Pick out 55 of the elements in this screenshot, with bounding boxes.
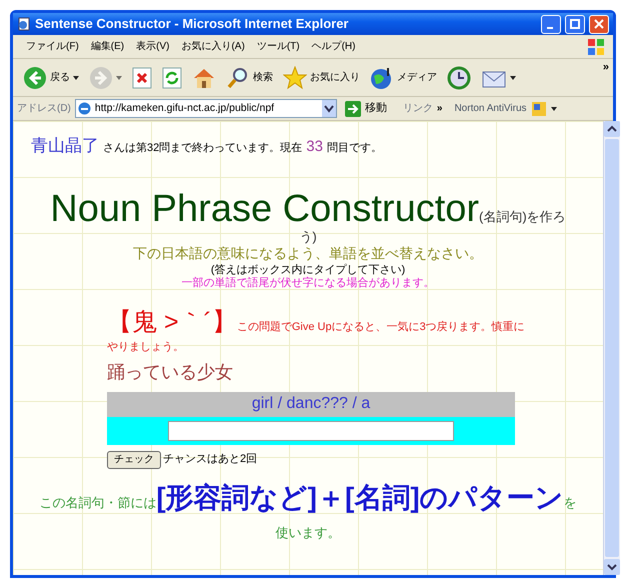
address-label: アドレス(D) [17,102,71,116]
scroll-up-icon[interactable] [604,121,620,137]
globe-icon [370,66,394,90]
answer-field[interactable] [168,420,454,440]
menu-item[interactable]: ツール(T) [252,39,305,54]
menu-item[interactable]: ファイル(F) [21,39,84,54]
url-text: http://kameken.gifu-nct.ac.jp/public/npf [94,100,276,116]
clock-icon [447,66,471,90]
close-icon [594,19,604,29]
question-number: 33 [306,137,323,157]
chances-text: チャンスはあと2回 [163,452,258,468]
prompt-text: 踊っている少女 [106,360,234,384]
more-chevron[interactable]: » [602,59,609,76]
toolbar-search-button[interactable]: 検索 [224,62,275,92]
links-chevron[interactable]: » [436,101,442,116]
links-label[interactable]: リンク [402,101,433,116]
toolbar-favorites-button[interactable]: お気に入り [281,62,362,92]
window-title: Sentense Constructor - Microsoft Internet Explorer [35,15,350,34]
minimize-button[interactable] [541,14,561,34]
instruction-text: 下の日本語の意味になるよう、単語を並べ替えなさい。 [132,244,484,262]
toolbar-back-button[interactable]: 戻る [21,62,81,92]
norton-antivirus-label[interactable]: Norton AntiVirus [454,101,527,116]
note-text: (答えはボックス内にタイプして下さい) [210,264,406,276]
maximize-icon [570,19,580,29]
star-icon [283,66,307,90]
close-icon [132,66,152,88]
scrollbar[interactable] [603,121,620,575]
go-button[interactable]: 移動 [340,100,391,117]
menu-item[interactable]: ヘルプ(H) [306,39,360,54]
close-button[interactable] [589,14,609,34]
caret-icon [550,106,557,110]
minimize-icon [546,26,552,28]
home-icon [192,66,216,88]
progress-text: さんは第32問まで終わっています。現在 [103,141,302,156]
menu-item[interactable]: お気に入り(A) [176,39,250,54]
scroll-down-icon[interactable] [604,559,620,575]
windows-logo-icon [587,38,605,56]
document-icon [17,17,31,31]
menu-item[interactable]: 編集(E) [86,39,130,54]
warning-text: 【鬼 >｀´】この問題でGive Upになると、一気に3つ戻ります。慎重にやりましょう。 [107,312,526,354]
search-icon [226,66,250,90]
arrow-icon [344,100,361,116]
progress-text-end: 問目です。 [326,141,382,156]
check-button[interactable]: チェック [107,450,161,468]
page-icon [78,102,91,115]
hint-text: 一部の単語で語尾が伏せ字になる場合があります。 [180,276,436,290]
pattern-sentence: この名詞句・節には[形容詞など]＋[名詞]のパターン を使います。 [38,482,578,542]
user-name: 青山晶了 [31,135,99,157]
refresh-icon [162,66,182,88]
shield-icon[interactable] [530,100,547,116]
maximize-button[interactable] [565,14,585,34]
toolbar-media-button[interactable]: メディア [368,62,439,92]
menu-item[interactable]: 表示(V) [131,39,174,54]
word-bank: girl / danc??? / a [107,392,515,416]
address-field[interactable]: http://kameken.gifu-nct.ac.jp/public/npf [74,99,337,118]
